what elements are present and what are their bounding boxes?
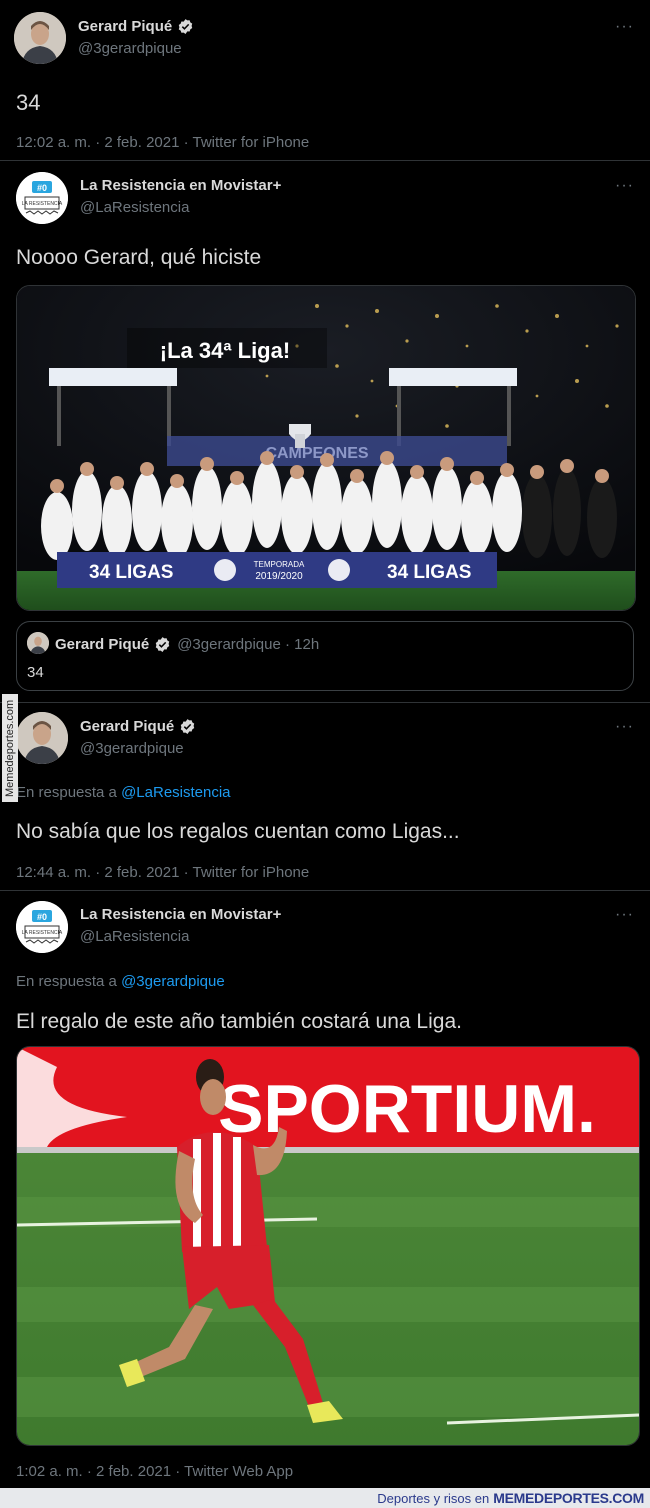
author-handle[interactable]: @3gerardpique (80, 740, 184, 757)
tweet-text: No sabía que los regalos cuentan como Li… (16, 820, 460, 843)
author-handle[interactable]: @3gerardpique (78, 40, 182, 57)
tweet-timestamp[interactable]: 12:02 a. m. · 2 feb. 2021 · Twitter for … (16, 134, 309, 151)
verified-badge-icon (155, 637, 170, 652)
reply-context: En respuesta a @3gerardpique (16, 973, 225, 990)
svg-text:SPORTIUM.: SPORTIUM. (218, 1071, 596, 1147)
author-name[interactable]: La Resistencia en Movistar+ (80, 177, 281, 194)
more-options-icon[interactable]: ··· (615, 177, 634, 195)
quoted-tweet[interactable]: Gerard Piqué @3gerardpique · 12h 34 (16, 621, 634, 691)
svg-text:34 LIGAS: 34 LIGAS (89, 562, 173, 583)
tweet-image-player[interactable]: SPORTIUM. (16, 1046, 640, 1446)
author-name-text: Gerard Piqué (80, 718, 175, 735)
reply-mention-link[interactable]: @LaResistencia (121, 784, 230, 801)
player-photo: SPORTIUM. (17, 1047, 639, 1445)
side-watermark: Memedeportes.com (2, 694, 18, 802)
avatar-gerard-pique[interactable] (14, 12, 66, 64)
avatar-la-resistencia[interactable]: #0 LA RESISTENCIA (16, 901, 68, 953)
svg-text:#0: #0 (37, 183, 47, 193)
tweet-timestamp[interactable]: 12:44 a. m. · 2 feb. 2021 · Twitter for … (16, 864, 309, 881)
more-options-icon[interactable]: ··· (615, 718, 634, 736)
more-options-icon[interactable]: ··· (615, 906, 634, 924)
svg-text:2019/2020: 2019/2020 (255, 571, 303, 582)
quoted-handle-time: @3gerardpique · 12h (177, 636, 320, 653)
verified-badge-icon (178, 19, 193, 34)
quoted-author-name: Gerard Piqué @3gerardpique · 12h (55, 636, 320, 653)
quoted-avatar (27, 632, 49, 654)
avatar-gerard-pique[interactable] (16, 712, 68, 764)
svg-text:LA RESISTENCIA: LA RESISTENCIA (22, 201, 63, 207)
avatar-la-resistencia[interactable]: #0 LA RESISTENCIA (16, 172, 68, 224)
tweet-text: El regalo de este año también costará un… (16, 1010, 462, 1033)
footer-prefix: Deportes y risos en (377, 1490, 490, 1506)
tweet-timestamp[interactable]: 1:02 a. m. · 2 feb. 2021 · Twitter Web A… (16, 1463, 293, 1480)
tweet-image-celebration[interactable]: ¡La 34ª Liga! CAMPEONES 34 LIGAS TEMPORA… (16, 285, 636, 611)
footer-watermark: Deportes y risos en MEMEDEPORTES.COM (0, 1488, 650, 1508)
svg-text:LA RESISTENCIA: LA RESISTENCIA (22, 930, 63, 936)
footer-brand[interactable]: MEMEDEPORTES.COM (493, 1490, 644, 1506)
reply-prefix: En respuesta a (16, 784, 122, 801)
author-name[interactable]: Gerard Piqué (80, 718, 196, 735)
tweet-text: 34 (16, 90, 41, 115)
verified-badge-icon (180, 719, 195, 734)
svg-text:¡La 34ª Liga!: ¡La 34ª Liga! (160, 338, 290, 363)
divider (0, 160, 650, 161)
reply-prefix: En respuesta a (16, 973, 122, 990)
author-handle[interactable]: @LaResistencia (80, 928, 189, 945)
svg-text:#0: #0 (37, 912, 47, 922)
more-options-icon[interactable]: ··· (615, 18, 634, 36)
author-name-text: La Resistencia en Movistar+ (80, 177, 282, 194)
tweet-text: Noooo Gerard, qué hiciste (16, 246, 262, 269)
author-handle[interactable]: @LaResistencia (80, 199, 189, 216)
author-name[interactable]: La Resistencia en Movistar+ (80, 906, 281, 923)
author-name-text: La Resistencia en Movistar+ (80, 906, 282, 923)
divider (0, 890, 650, 891)
svg-text:34 LIGAS: 34 LIGAS (387, 562, 471, 583)
reply-context: En respuesta a @LaResistencia (16, 784, 231, 801)
quoted-tweet-text: 34 (27, 664, 44, 681)
reply-mention-link[interactable]: @3gerardpique (121, 973, 225, 990)
svg-text:CAMPEONES: CAMPEONES (265, 445, 368, 462)
svg-text:TEMPORADA: TEMPORADA (254, 560, 305, 569)
author-name-text: Gerard Piqué (78, 18, 173, 35)
author-name[interactable]: Gerard Piqué (78, 18, 194, 35)
divider (0, 702, 650, 703)
celebration-photo: ¡La 34ª Liga! CAMPEONES 34 LIGAS TEMPORA… (17, 286, 635, 610)
